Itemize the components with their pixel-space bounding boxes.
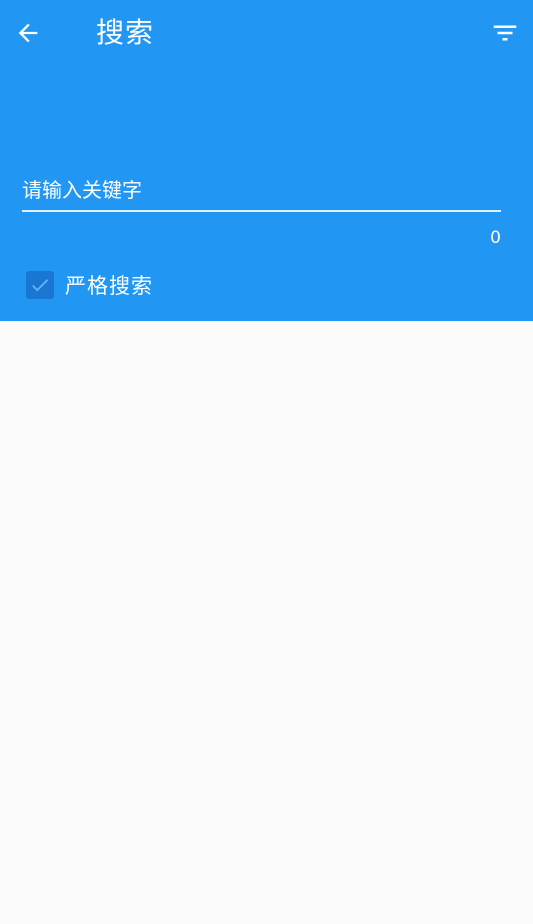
char-counter: 0 <box>490 228 501 248</box>
check-icon <box>32 279 49 292</box>
strict-search-checkbox[interactable] <box>26 271 54 299</box>
strict-search-toggle[interactable]: 严格搜索 <box>26 270 153 300</box>
search-field[interactable] <box>22 174 501 212</box>
search-screen: 搜索 0 严格搜索 <box>0 0 533 924</box>
back-button[interactable] <box>8 13 48 53</box>
strict-search-label: 严格搜索 <box>65 274 153 298</box>
filter-button[interactable] <box>485 13 525 53</box>
results-area <box>0 321 533 924</box>
page-title: 搜索 <box>96 16 155 49</box>
search-header: 搜索 0 严格搜索 <box>0 0 533 321</box>
search-input[interactable] <box>22 174 501 210</box>
toolbar: 搜索 <box>0 0 533 66</box>
arrow-back-icon <box>18 23 38 43</box>
filter-list-icon <box>493 25 517 41</box>
